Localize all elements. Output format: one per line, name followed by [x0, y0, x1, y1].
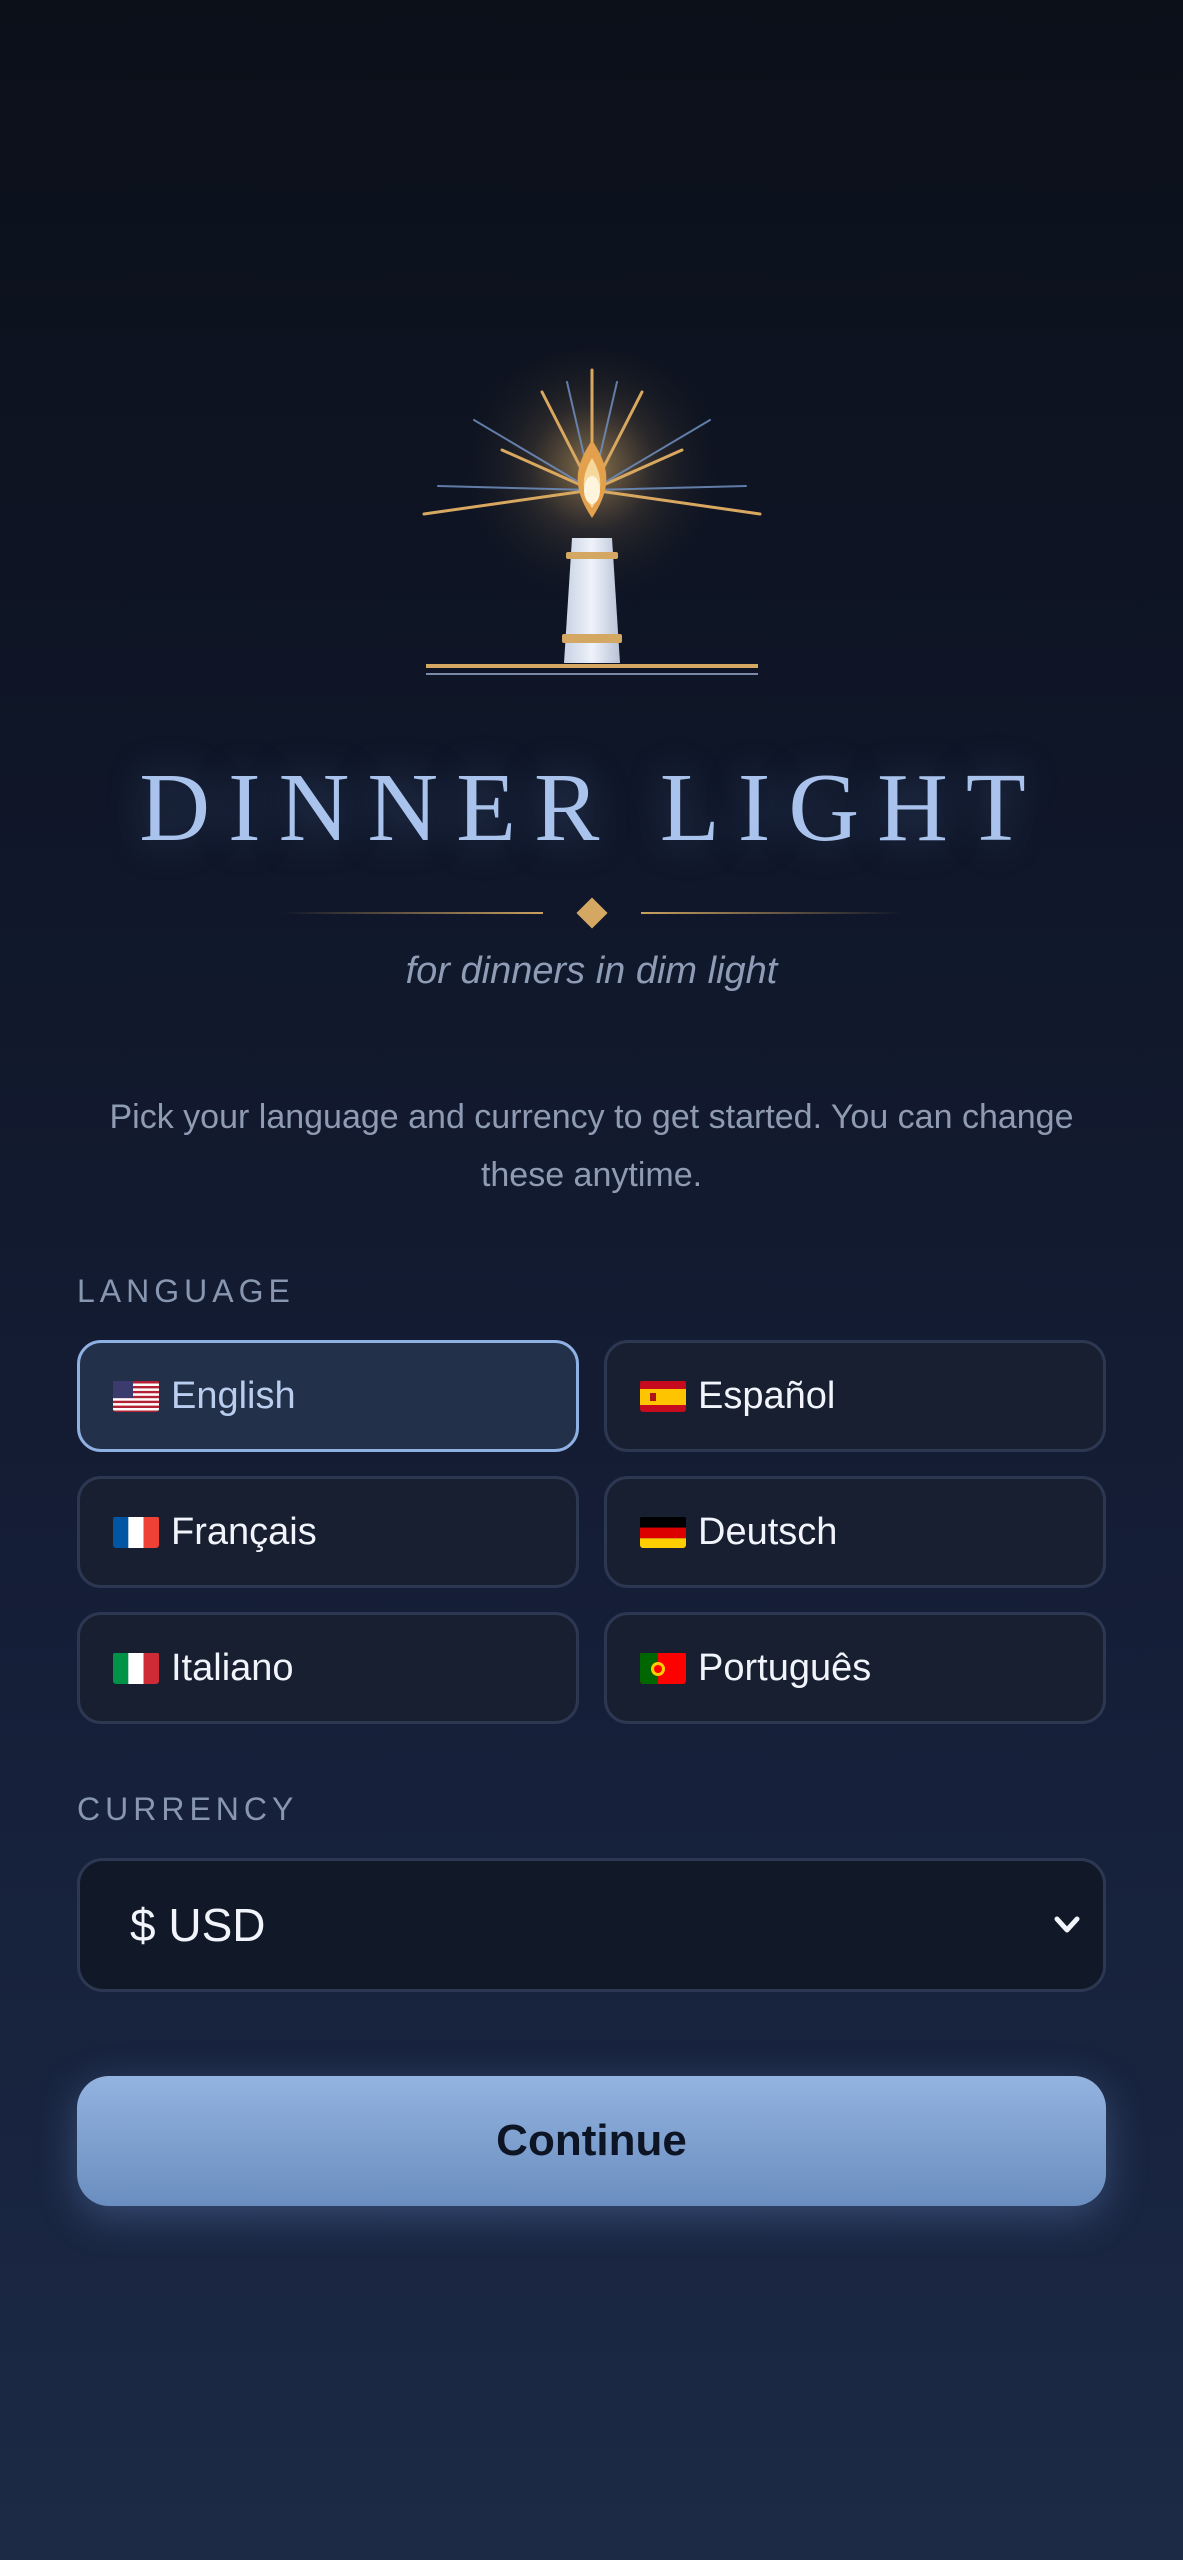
language-option-english[interactable]: English	[77, 1340, 579, 1452]
fr-flag-icon	[113, 1516, 159, 1548]
language-option-deutsch[interactable]: Deutsch	[604, 1476, 1106, 1588]
language-option-italiano[interactable]: Italiano	[77, 1612, 579, 1724]
us-flag-icon	[113, 1380, 159, 1412]
currency-select[interactable]: $ USD	[77, 1858, 1106, 1992]
brand-title: DINNER LIGHT	[139, 754, 1044, 862]
language-label: Português	[698, 1646, 872, 1689]
language-label: Français	[171, 1510, 317, 1553]
de-flag-icon	[640, 1516, 686, 1548]
currency-section-label: CURRENCY	[77, 1791, 299, 1827]
currency-selected-value: $ USD	[130, 1899, 266, 1951]
divider-line-left	[282, 912, 543, 914]
es-flag-icon	[640, 1380, 686, 1412]
language-option-espanol[interactable]: Español	[604, 1340, 1106, 1452]
language-label: Italiano	[171, 1646, 294, 1689]
app-logo	[0, 340, 1183, 700]
divider-line-right	[640, 912, 901, 914]
diamond-icon	[575, 897, 608, 929]
title-divider	[0, 896, 1183, 930]
pt-flag-icon	[640, 1652, 686, 1684]
language-label: English	[171, 1374, 296, 1417]
language-label: Español	[698, 1374, 836, 1417]
chevron-down-icon	[1054, 1916, 1080, 1933]
continue-button[interactable]: Continue	[77, 2076, 1106, 2206]
language-label: Deutsch	[698, 1510, 838, 1553]
language-section-label: LANGUAGE	[77, 1273, 295, 1309]
brand-tagline: for dinners in dim light	[405, 950, 778, 992]
lighthouse-icon	[422, 350, 761, 675]
language-option-francais[interactable]: Français	[77, 1476, 579, 1588]
language-option-portugues[interactable]: Português	[604, 1612, 1106, 1724]
language-options: English Español Français Deutsch Italian…	[77, 1340, 1106, 1724]
it-flag-icon	[113, 1652, 159, 1684]
intro-text: Pick your language and currency to get s…	[109, 1098, 1074, 1194]
